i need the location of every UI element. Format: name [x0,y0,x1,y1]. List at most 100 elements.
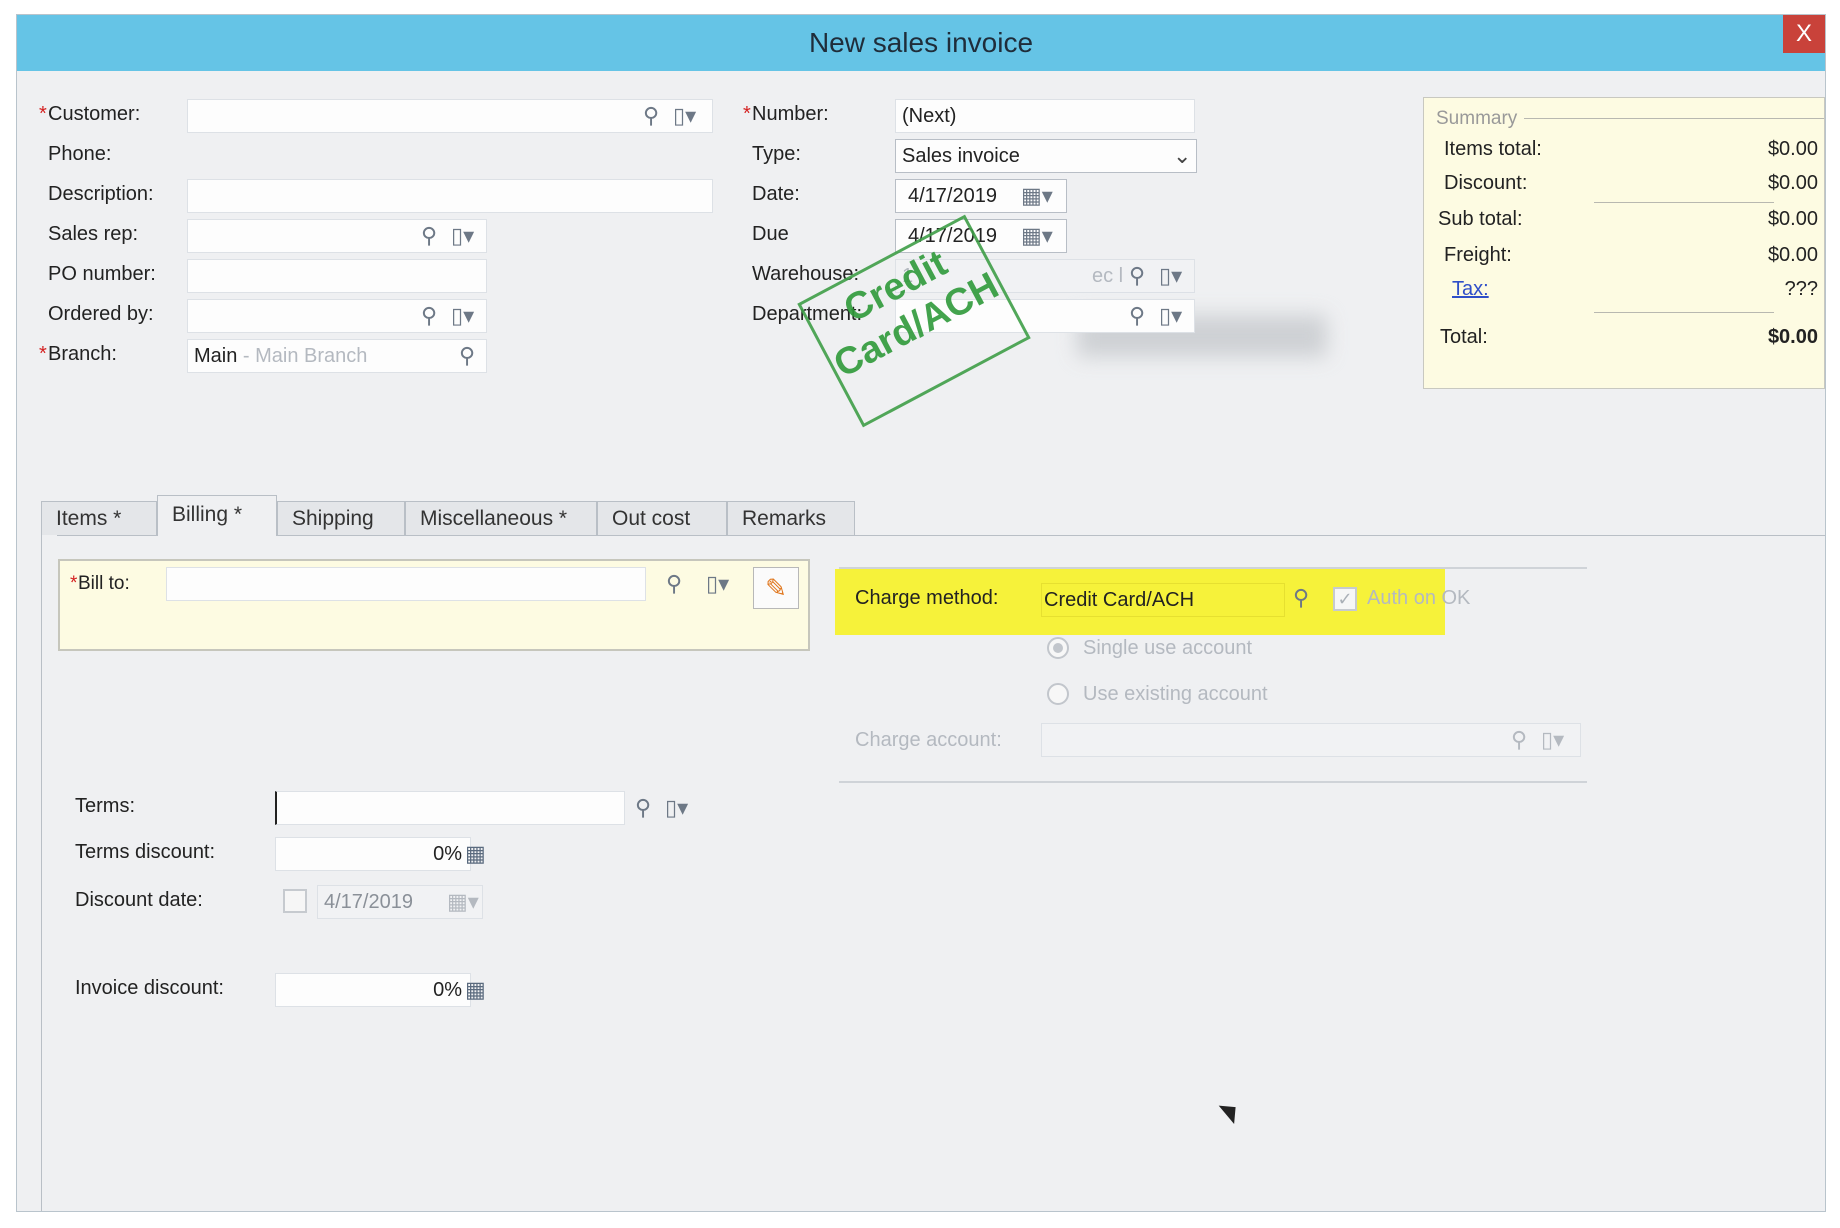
branch-name: - Main Branch [237,345,368,367]
invoice-discount-label: Invoice discount: [75,977,224,999]
chevron-down-icon[interactable]: ⌄ [1173,145,1191,167]
charge-account-input[interactable] [1041,723,1581,757]
lookup-menu-icon[interactable]: ▯▾ [1159,305,1182,327]
tab-billing[interactable]: Billing * [157,495,277,536]
tab-shipping[interactable]: Shipping [277,501,405,535]
po-number-label: PO number: [48,263,156,285]
bill-to-panel: * Bill to: ⚲ ▯▾ [58,559,810,651]
search-icon[interactable]: ⚲ [643,105,659,127]
search-icon[interactable]: ⚲ [635,797,651,819]
terms-label: Terms: [75,795,135,817]
use-existing-label: Use existing account [1083,683,1268,705]
bill-to-label: Bill to: [78,573,130,594]
window-title: New sales invoice [808,27,1034,58]
calendar-icon[interactable]: ▦▾ [1021,185,1053,207]
discount-label: Discount: [1444,172,1528,194]
lookup-menu-icon[interactable]: ▯▾ [665,797,688,819]
po-number-input[interactable] [187,259,487,293]
calculator-icon[interactable]: ▦ [465,843,486,865]
invoice-discount-input[interactable]: 0% [275,973,471,1007]
auth-on-ok-label: Auth on OK [1367,587,1471,609]
title-bar: New sales invoice X [17,15,1825,71]
summary-title: Summary [1436,108,1518,129]
items-total-value: $0.00 [1767,138,1818,160]
branch-label: Branch: [48,343,117,365]
lookup-menu-icon[interactable]: ▯▾ [451,305,474,327]
use-existing-radio[interactable] [1047,683,1069,705]
branch-code: Main [194,345,238,367]
summary-divider [1594,312,1774,313]
required-marker: * [39,343,47,365]
terms-discount-label: Terms discount: [75,841,216,863]
charge-method-input[interactable]: Credit Card/ACH [1041,583,1285,617]
required-marker: * [70,573,78,594]
charge-account-label: Charge account: [855,729,1002,751]
auth-on-ok-checkbox[interactable]: ✓ [1333,587,1357,611]
terms-discount-input[interactable]: 0% [275,837,471,871]
search-icon[interactable]: ⚲ [1511,729,1527,751]
sales-invoice-window: New sales invoice X * Customer: ⚲ ▯▾ Pho… [16,14,1826,1212]
lookup-menu-icon[interactable]: ▯▾ [673,105,696,127]
sales-rep-input[interactable] [187,219,487,253]
calendar-icon[interactable]: ▦▾ [1021,225,1053,247]
summary-panel: Summary Items total: $0.00 Discount: $0.… [1423,97,1825,389]
tab-out-cost[interactable]: Out cost [597,501,727,535]
total-value: $0.00 [1767,326,1818,348]
single-use-radio[interactable] [1047,637,1069,659]
description-label: Description: [48,183,154,205]
calculator-icon[interactable]: ▦ [465,979,486,1001]
tab-miscellaneous[interactable]: Miscellaneous * [405,501,597,535]
close-button[interactable]: X [1783,15,1825,53]
search-icon[interactable]: ⚲ [421,225,437,247]
tab-items[interactable]: Items * [41,501,157,535]
number-input[interactable]: (Next) [895,99,1195,133]
freight-value: $0.00 [1767,244,1818,266]
branch-input[interactable]: Main - Main Branch [187,339,487,373]
discount-date-label: Discount date: [75,889,203,911]
calendar-icon[interactable]: ▦▾ [447,891,479,913]
type-select[interactable]: Sales invoice [895,139,1197,173]
search-icon[interactable]: ⚲ [1129,305,1145,327]
total-label: Total: [1440,326,1488,348]
sub-total-value: $0.00 [1767,208,1818,230]
ordered-by-label: Ordered by: [48,303,154,325]
required-marker: * [743,103,751,125]
charge-method-label: Charge method: [855,587,999,609]
search-icon[interactable]: ⚲ [459,345,475,367]
edit-address-button[interactable]: ✎ [753,567,799,609]
lookup-menu-icon[interactable]: ▯▾ [706,573,729,595]
sub-total-label: Sub total: [1438,208,1523,230]
discount-date-checkbox[interactable] [283,889,307,913]
tab-panel-border [41,535,42,1211]
items-total-label: Items total: [1444,138,1542,160]
type-label: Type: [752,143,801,165]
summary-divider [1594,202,1774,203]
search-icon[interactable]: ⚲ [421,305,437,327]
bill-to-input[interactable] [166,567,646,601]
tab-remarks[interactable]: Remarks [727,501,855,535]
tax-value: ??? [1784,278,1818,300]
terms-input[interactable] [275,791,625,825]
phone-label: Phone: [48,143,112,165]
customer-label: Customer: [48,103,141,125]
search-icon[interactable]: ⚲ [1293,587,1309,609]
lookup-menu-icon[interactable]: ▯▾ [1541,729,1564,751]
warehouse-value-end: ec l [1092,265,1124,287]
lookup-menu-icon[interactable]: ▯▾ [1159,265,1182,287]
number-label: Number: [752,103,829,125]
date-label: Date: [752,183,800,205]
search-icon[interactable]: ⚲ [666,573,682,595]
sales-rep-label: Sales rep: [48,223,139,245]
mouse-cursor-icon [1218,1097,1244,1125]
customer-input[interactable] [187,99,713,133]
ordered-by-input[interactable] [187,299,487,333]
single-use-label: Single use account [1083,637,1253,659]
summary-divider [1524,118,1824,119]
lookup-menu-icon[interactable]: ▯▾ [451,225,474,247]
discount-value: $0.00 [1767,172,1818,194]
required-marker: * [39,103,47,125]
freight-label: Freight: [1444,244,1512,266]
tax-link[interactable]: Tax: [1452,278,1489,301]
search-icon[interactable]: ⚲ [1129,265,1145,287]
description-input[interactable] [187,179,713,213]
